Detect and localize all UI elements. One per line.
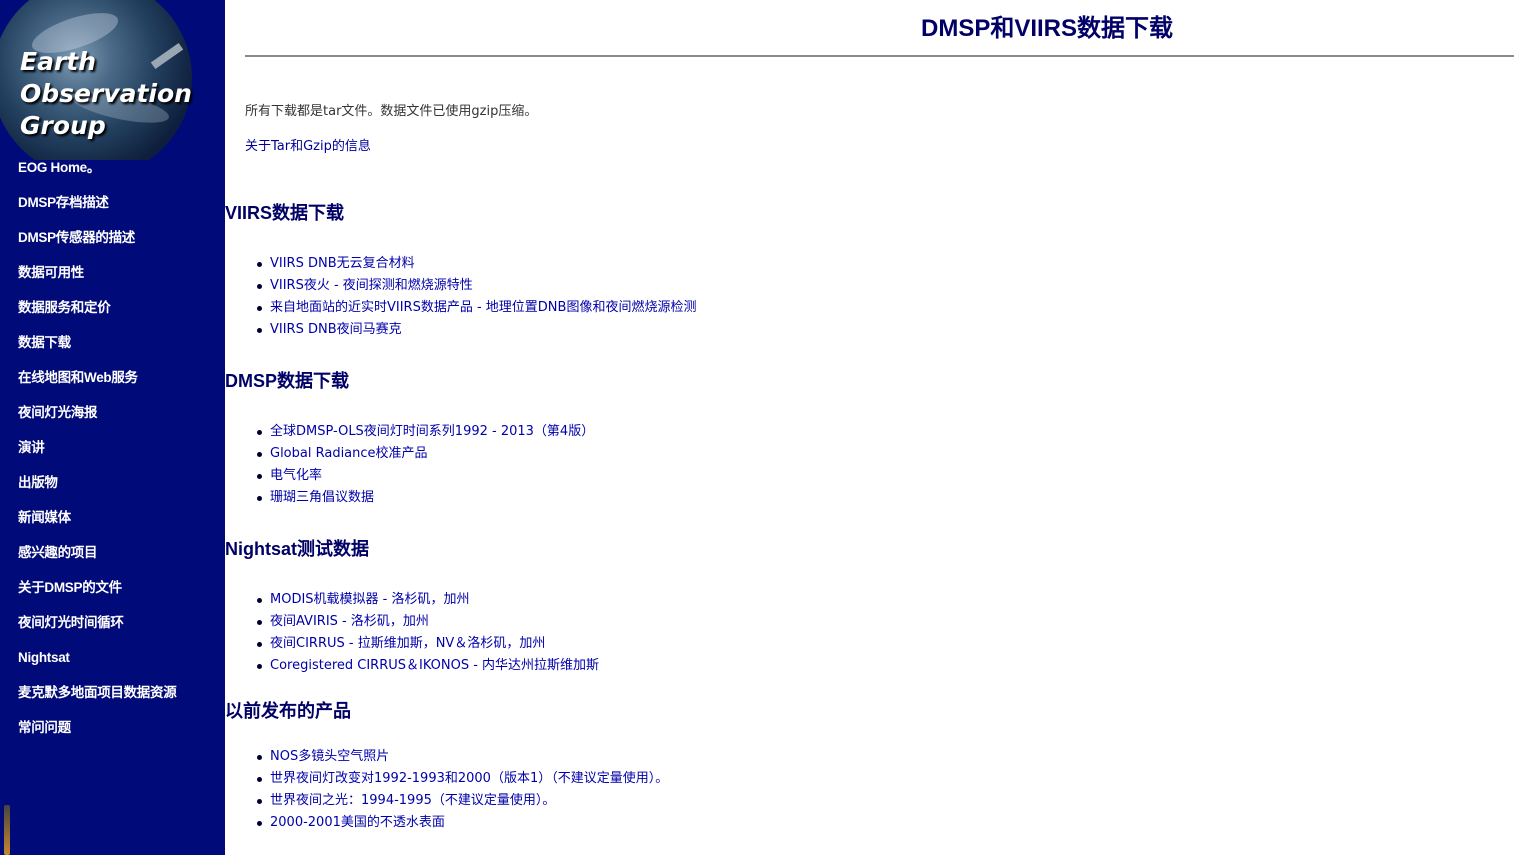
list-item-link[interactable]: 2000-2001美国的不透水表面	[256, 812, 668, 834]
list-item-link[interactable]: 来自地面站的近实时VIIRS数据产品 - 地理位置DNB图像和夜间燃烧源检测	[256, 297, 696, 319]
list-item-link[interactable]: 世界夜间灯改变对1992-1993和2000（版本1）（不建议定量使用）。	[256, 768, 668, 790]
intro-text: 所有下载都是tar文件。数据文件已使用gzip压缩。	[245, 104, 538, 119]
list-item-link[interactable]: 珊瑚三角倡议数据	[256, 487, 594, 509]
title-divider	[245, 55, 1514, 57]
logo-line-3: Group	[20, 111, 106, 140]
section-title-nightsat: Nightsat测试数据	[225, 539, 369, 559]
nav-item-data-services-pricing[interactable]: 数据服务和定价	[18, 290, 176, 325]
list-item-link[interactable]: VIIRS DNB夜间马赛克	[256, 319, 696, 341]
tar-gzip-info-link[interactable]: 关于Tar和Gzip的信息	[245, 135, 371, 154]
list-item-link[interactable]: NOS多镜头空气照片	[256, 746, 668, 768]
nav-item-eog-home[interactable]: EOG Home。	[18, 150, 176, 185]
nav-item-data-download[interactable]: 数据下载	[18, 325, 176, 360]
nav-item-publications[interactable]: 出版物	[18, 465, 176, 500]
list-item-link[interactable]: Global Radiance校准产品	[256, 443, 594, 465]
list-item-link[interactable]: 世界夜间之光：1994-1995（不建议定量使用）。	[256, 790, 668, 812]
list-item-link[interactable]: VIIRS DNB无云复合材料	[256, 253, 696, 275]
main-content: DMSP和VIIRS数据下载 所有下载都是tar文件。数据文件已使用gzip压缩…	[225, 0, 1514, 855]
nav-item-news-media[interactable]: 新闻媒体	[18, 500, 176, 535]
section-title-previous-products: 以前发布的产品	[225, 701, 351, 721]
list-item-link[interactable]: 夜间AVIRIS - 洛杉矶，加州	[256, 611, 599, 633]
list-item-link[interactable]: 电气化率	[256, 465, 594, 487]
nightsat-link-list: MODIS机载模拟器 - 洛杉矶，加州 夜间AVIRIS - 洛杉矶，加州 夜间…	[256, 589, 599, 677]
nav-item-dmsp-sensor[interactable]: DMSP传感器的描述	[18, 220, 176, 255]
dmsp-link-list: 全球DMSP-OLS夜间灯时间系列1992 - 2013（第4版） Global…	[256, 421, 594, 509]
nav-item-dmsp-archive[interactable]: DMSP存档描述	[18, 185, 176, 220]
sidebar: Earth Observation Group EOG Home。 DMSP存档…	[0, 0, 225, 855]
logo-line-1: Earth	[20, 47, 97, 76]
nav-item-night-lights-poster[interactable]: 夜间灯光海报	[18, 395, 176, 430]
section-title-dmsp: DMSP数据下载	[225, 371, 350, 391]
viirs-link-list: VIIRS DNB无云复合材料 VIIRS夜火 - 夜间探测和燃烧源特性 来自地…	[256, 253, 696, 341]
list-item-link[interactable]: 全球DMSP-OLS夜间灯时间系列1992 - 2013（第4版）	[256, 421, 594, 443]
sidebar-nav: EOG Home。 DMSP存档描述 DMSP传感器的描述 数据可用性 数据服务…	[18, 150, 177, 745]
previous-products-link-list: NOS多镜头空气照片 世界夜间灯改变对1992-1993和2000（版本1）（不…	[256, 746, 668, 834]
list-item-link[interactable]: VIIRS夜火 - 夜间探测和燃烧源特性	[256, 275, 696, 297]
nav-item-nightsat[interactable]: Nightsat	[18, 640, 176, 675]
nav-item-night-lights-loop[interactable]: 夜间灯光时间循环	[18, 605, 176, 640]
eog-logo[interactable]: Earth Observation Group	[0, 0, 198, 160]
nav-item-online-maps[interactable]: 在线地图和Web服务	[18, 360, 176, 395]
list-item-link[interactable]: 夜间CIRRUS - 拉斯维加斯，NV＆洛杉矶，加州	[256, 633, 599, 655]
list-item-link[interactable]: Coregistered CIRRUS＆IKONOS - 内华达州拉斯维加斯	[256, 655, 599, 677]
logo-text: Earth Observation Group	[20, 46, 192, 142]
nav-item-faq[interactable]: 常问问题	[18, 710, 176, 745]
nav-item-projects-of-interest[interactable]: 感兴趣的项目	[18, 535, 176, 570]
list-item-link[interactable]: MODIS机载模拟器 - 洛杉矶，加州	[256, 589, 599, 611]
logo-line-2: Observation	[20, 79, 192, 108]
section-title-viirs: VIIRS数据下载	[225, 203, 345, 223]
nav-item-dmsp-documents[interactable]: 关于DMSP的文件	[18, 570, 176, 605]
page-title: DMSP和VIIRS数据下载	[921, 15, 1174, 42]
nav-item-data-availability[interactable]: 数据可用性	[18, 255, 176, 290]
nav-item-mcmurdo-resources[interactable]: 麦克默多地面项目数据资源	[18, 675, 177, 710]
scroll-handle[interactable]	[4, 805, 10, 855]
nav-item-presentations[interactable]: 演讲	[18, 430, 176, 465]
